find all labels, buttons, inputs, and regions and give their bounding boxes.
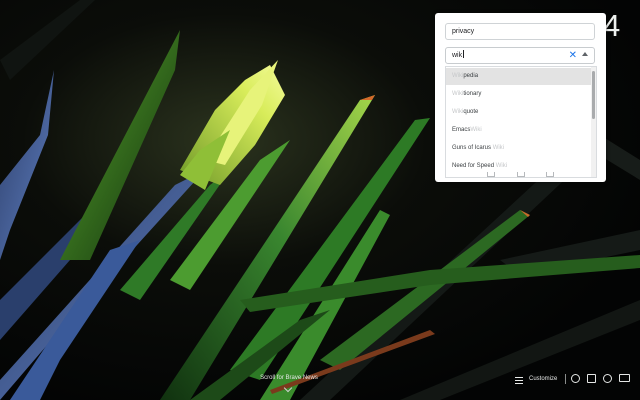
clock-icon: [546, 172, 554, 177]
privacy-search-field[interactable]: privacy: [445, 23, 595, 40]
brave-news-prompt[interactable]: Scroll for Brave News: [259, 374, 319, 382]
scrollbar-thumb[interactable]: [592, 71, 595, 119]
bottom-toolbar: Customize: [515, 370, 635, 388]
suggestion-item[interactable]: EmacsWiki: [446, 122, 592, 139]
suggestion-item[interactable]: Wikitionary: [446, 86, 592, 103]
shield-icon: [487, 172, 495, 177]
bookmarks-icon[interactable]: [587, 374, 596, 383]
toolbar-divider: [565, 374, 566, 384]
clock-digit: 4: [603, 8, 621, 43]
media-icon[interactable]: [619, 374, 630, 382]
panel-icon-row: [445, 172, 597, 180]
customize-button[interactable]: Customize: [515, 373, 557, 385]
customize-label: Customize: [529, 376, 558, 382]
suggestion-item[interactable]: Wikipedia: [446, 68, 592, 85]
suggestion-item[interactable]: Guns of Icarus Wiki: [446, 140, 592, 157]
search-query-text: wik: [452, 52, 463, 59]
close-icon[interactable]: ✕: [569, 49, 577, 62]
suggestion-dropdown[interactable]: Wikipedia Wikitionary Wikiquote EmacsWik…: [445, 66, 597, 178]
history-icon[interactable]: [603, 374, 612, 383]
suggestion-item[interactable]: Wikiquote: [446, 104, 592, 121]
chevron-up-icon[interactable]: [582, 52, 588, 56]
sliders-icon: [515, 376, 523, 384]
dropdown-scrollbar[interactable]: [591, 67, 596, 177]
stats-icon: [517, 172, 525, 177]
settings-icon[interactable]: [571, 374, 580, 383]
text-caret: [463, 50, 465, 58]
search-engine-input[interactable]: wik ✕: [445, 47, 595, 64]
